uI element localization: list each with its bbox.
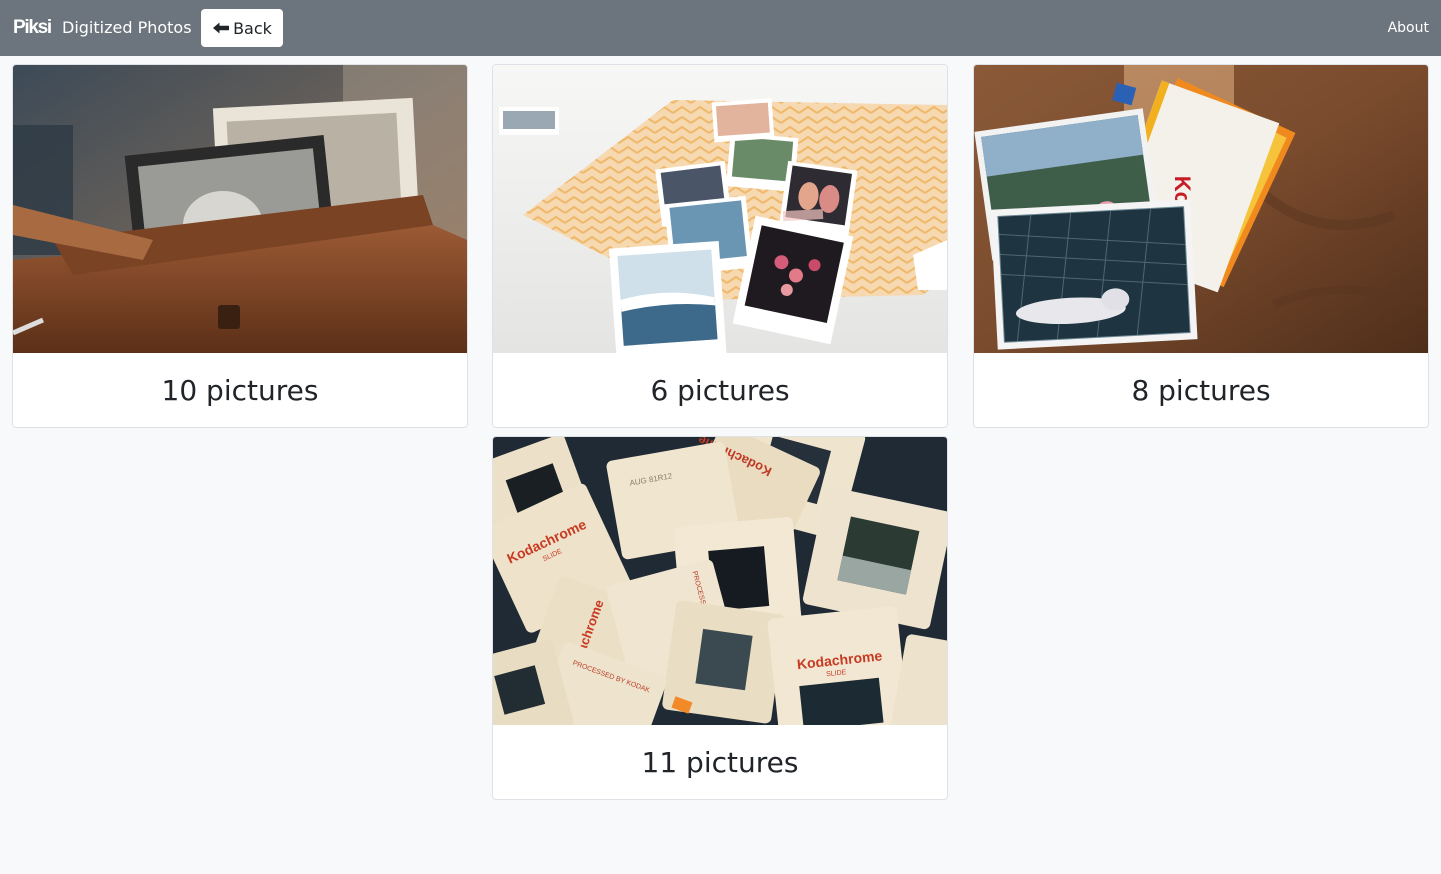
album-card[interactable]: 10 pictures (12, 64, 468, 428)
about-link[interactable]: About (1388, 19, 1429, 37)
album-caption: 6 pictures (650, 373, 790, 407)
album-caption: 11 pictures (641, 745, 799, 779)
brand-logo[interactable]: Piksi (13, 17, 52, 39)
top-navbar: Piksi Digitized Photos Back About (0, 0, 1441, 56)
back-button[interactable]: Back (201, 9, 283, 47)
album-card[interactable]: Kodachrome AUG 81R12 Kodachrome SLIDE Ko… (492, 436, 948, 800)
album-thumbnail (13, 65, 467, 353)
album-caption: 8 pictures (1131, 373, 1271, 407)
arrow-left-icon (212, 21, 230, 35)
album-thumbnail: Kodak (974, 65, 1428, 353)
nav-title[interactable]: Digitized Photos (62, 18, 192, 38)
album-caption: 10 pictures (161, 373, 319, 407)
album-thumbnail: Kodachrome AUG 81R12 Kodachrome SLIDE Ko… (493, 437, 947, 725)
back-button-label: Back (233, 18, 272, 38)
album-card[interactable]: Kodak (973, 64, 1429, 428)
album-thumbnail (493, 65, 947, 353)
album-card[interactable]: 6 pictures (492, 64, 948, 428)
